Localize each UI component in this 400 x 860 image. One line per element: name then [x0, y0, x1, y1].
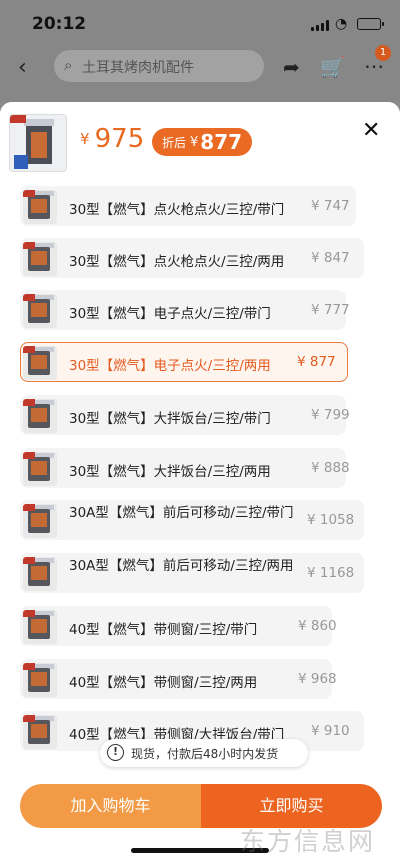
option-name: 40型【燃气】带侧窗/三控/两用 — [69, 675, 258, 691]
cart-icon[interactable]: 🛒 — [320, 55, 345, 79]
option-name: 30型【燃气】大拌饭台/三控/两用 — [69, 464, 271, 480]
watermark: 东方信息网 — [240, 827, 376, 856]
option-price: ¥ 1168 — [307, 565, 355, 581]
price-main: ¥ 975 — [80, 124, 144, 154]
sku-option[interactable]: 30A型【燃气】前后可移动/三控/两用 ¥ 1168 — [20, 553, 364, 593]
option-price: ¥ 799 — [311, 407, 350, 423]
sku-option[interactable]: 40型【燃气】带侧窗/三控/两用 ¥ 968 — [20, 659, 337, 699]
option-thumbnail — [23, 346, 57, 380]
search-input[interactable]: ⌕ 土耳其烤肉机配件 — [54, 50, 264, 82]
option-thumbnail — [23, 294, 57, 328]
option-thumbnail — [23, 610, 57, 644]
price-currency: ¥ — [80, 130, 90, 148]
option-price: ¥ 1058 — [307, 512, 355, 528]
option-price: ¥ 877 — [297, 354, 336, 370]
price-value: 975 — [94, 124, 145, 154]
search-icon: ⌕ — [64, 56, 73, 74]
signal-icon — [311, 20, 329, 31]
sheet-header: ¥ 975 折后 ¥ 877 ✕ — [0, 102, 400, 184]
shipping-notice: ! 现货，付款后48小时内发货 — [100, 739, 308, 767]
option-name: 30型【燃气】电子点火/三控/带门 — [69, 306, 271, 322]
shipping-notice-text: 现货，付款后48小时内发货 — [131, 747, 279, 761]
option-name: 40型【燃气】带侧窗/三控/带门 — [69, 622, 258, 638]
option-price: ¥ 910 — [311, 723, 350, 739]
option-name: 30型【燃气】点火枪点火/三控/两用 — [69, 254, 285, 270]
option-thumbnail — [23, 190, 57, 224]
discount-currency: ¥ — [190, 134, 199, 150]
battery-icon — [357, 18, 384, 30]
bottom-action-bar: 加入购物车 立即购买 东方信息网 — [0, 774, 400, 860]
option-price: ¥ 847 — [311, 250, 350, 266]
discount-price: 877 — [200, 130, 243, 154]
option-name: 30型【燃气】电子点火/三控/两用 — [69, 358, 271, 374]
option-thumbnail — [23, 557, 57, 591]
option-thumbnail — [23, 399, 57, 433]
sku-option[interactable]: 30型【燃气】点火枪点火/三控/带门 ¥ 747 — [20, 186, 356, 226]
add-to-cart-button[interactable]: 加入购物车 — [20, 784, 201, 828]
option-thumbnail — [23, 452, 57, 486]
sku-option[interactable]: 30型【燃气】大拌饭台/三控/两用 ¥ 888 — [20, 448, 350, 488]
sku-sheet: ¥ 975 折后 ¥ 877 ✕ 30型【燃气】点火枪点火/三控/带门 ¥ 747… — [0, 102, 400, 860]
cart-badge: 1 — [375, 45, 391, 61]
sku-option[interactable]: 30型【燃气】点火枪点火/三控/两用 ¥ 847 — [20, 238, 364, 278]
search-text: 土耳其烤肉机配件 — [82, 60, 194, 76]
nav-bar: ‹ ⌕ 土耳其烤肉机配件 ➦ 🛒 ⋯ 1 — [0, 45, 400, 88]
option-thumbnail — [23, 504, 57, 538]
option-price: ¥ 777 — [311, 302, 350, 318]
wifi-icon: ◔ — [335, 16, 348, 32]
option-thumbnail — [23, 242, 57, 276]
back-icon[interactable]: ‹ — [18, 55, 27, 80]
option-price: ¥ 747 — [311, 198, 350, 214]
option-thumbnail — [23, 715, 57, 749]
option-name: 30型【燃气】大拌饭台/三控/带门 — [69, 411, 271, 427]
option-price: ¥ 888 — [311, 460, 350, 476]
option-thumbnail — [23, 663, 57, 697]
discount-price-pill: 折后 ¥ 877 — [152, 128, 253, 156]
status-bar: 20:12 ◔ — [0, 0, 400, 48]
share-icon[interactable]: ➦ — [283, 55, 300, 79]
option-name: 30A型【燃气】前后可移动/三控/带门 — [69, 505, 294, 521]
tabs-strip — [0, 88, 400, 102]
close-icon[interactable]: ✕ — [362, 118, 380, 143]
option-price: ¥ 968 — [298, 671, 337, 687]
option-price: ¥ 860 — [298, 618, 337, 634]
status-time: 20:12 — [32, 14, 87, 34]
product-thumbnail[interactable] — [9, 114, 67, 172]
option-name: 30A型【燃气】前后可移动/三控/两用 — [69, 558, 294, 574]
sku-option[interactable]: 30型【燃气】电子点火/三控/带门 ¥ 777 — [20, 290, 350, 330]
discount-label: 折后 — [162, 135, 187, 150]
sku-option[interactable]: 30型【燃气】大拌饭台/三控/带门 ¥ 799 — [20, 395, 350, 435]
sku-option[interactable]: 40型【燃气】带侧窗/三控/带门 ¥ 860 — [20, 606, 337, 646]
product-image-icon — [10, 115, 66, 171]
option-name: 30型【燃气】点火枪点火/三控/带门 — [69, 202, 285, 218]
info-icon: ! — [107, 744, 124, 761]
sku-option[interactable]: 30A型【燃气】前后可移动/三控/带门 ¥ 1058 — [20, 500, 364, 540]
sku-option[interactable]: 30型【燃气】电子点火/三控/两用 ¥ 877 — [20, 342, 348, 382]
